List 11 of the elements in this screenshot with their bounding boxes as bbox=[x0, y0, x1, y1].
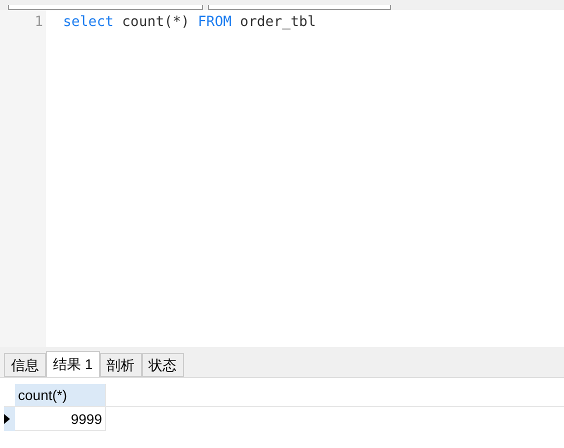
code-line: select count(*) FROM order_tbl bbox=[63, 13, 317, 32]
toolbar-field[interactable] bbox=[8, 5, 203, 10]
row-pointer-icon bbox=[4, 414, 10, 424]
line-number: 1 bbox=[34, 13, 44, 32]
tab[interactable]: 剖析 bbox=[100, 353, 142, 377]
table-cell: 9999 bbox=[15, 407, 106, 431]
column-header: count(*) bbox=[15, 384, 106, 406]
tab[interactable]: 状态 bbox=[142, 353, 184, 377]
tab[interactable]: 结果 1 bbox=[46, 351, 100, 377]
tab[interactable]: 信息 bbox=[4, 353, 46, 377]
toolbar-field[interactable] bbox=[208, 5, 391, 10]
